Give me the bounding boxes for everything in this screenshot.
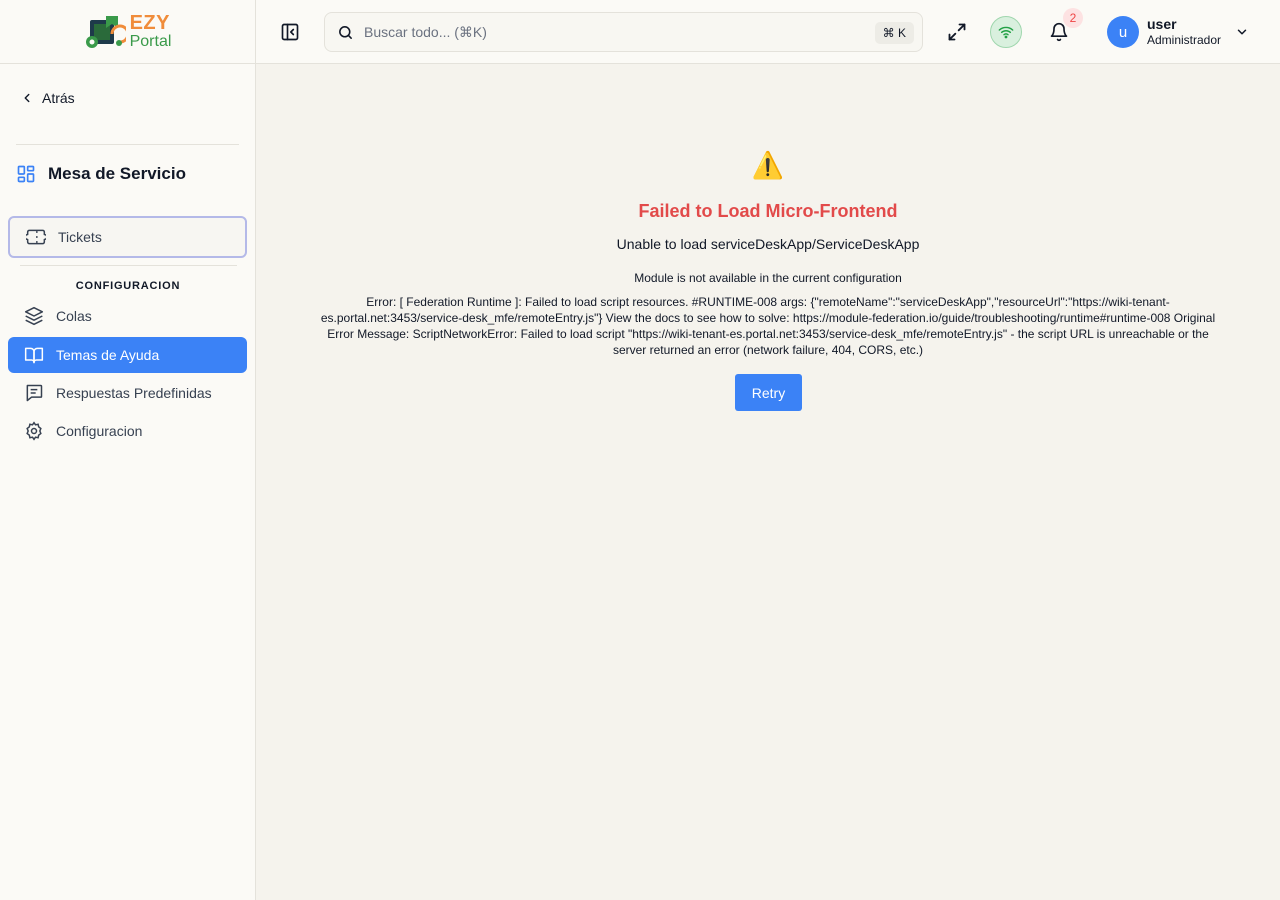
- sidebar-item-label: Tickets: [58, 229, 102, 245]
- sidebar-item-label: Colas: [56, 308, 92, 324]
- main-content: ⚠️ Failed to Load Micro-Frontend Unable …: [256, 64, 1280, 900]
- expand-icon: [948, 23, 966, 41]
- logo-text-ezy: EZY: [129, 12, 170, 34]
- avatar[interactable]: u: [1107, 16, 1139, 48]
- error-title: Failed to Load Micro-Frontend: [638, 201, 898, 221]
- sidebar-item-temas-de-ayuda[interactable]: Temas de Ayuda: [8, 337, 247, 373]
- sidebar-toggle-button[interactable]: [278, 20, 302, 44]
- search-box[interactable]: ⌘ K: [324, 12, 923, 52]
- logo-area: EZY Portal: [0, 0, 255, 64]
- sidebar-item-colas[interactable]: Colas: [8, 298, 247, 334]
- chevron-left-icon: [24, 93, 30, 103]
- panel-collapse-icon: [281, 23, 299, 41]
- user-menu-toggle[interactable]: [1234, 24, 1250, 40]
- grid-icon: [17, 165, 35, 183]
- user-name: user: [1147, 16, 1177, 32]
- sidebar-item-label: Configuracion: [56, 423, 143, 439]
- back-link[interactable]: Atrás: [20, 90, 75, 106]
- sidebar-divider: [16, 144, 239, 145]
- sidebar-item-configuracion[interactable]: Configuracion: [8, 413, 247, 449]
- error-detail: Error: [ Federation Runtime ]: Failed to…: [320, 295, 1216, 357]
- sidebar-item-tickets[interactable]: Tickets: [8, 216, 247, 258]
- chevron-down-icon: [1237, 29, 1247, 35]
- book-icon: [24, 347, 44, 364]
- back-link-label: Atrás: [42, 90, 75, 106]
- retry-button[interactable]: Retry: [735, 374, 802, 411]
- connection-status[interactable]: [990, 16, 1022, 48]
- section-title-label: Mesa de Servicio: [48, 164, 186, 183]
- warning-icon: ⚠️: [751, 150, 785, 180]
- user-role: Administrador: [1147, 32, 1222, 47]
- section-title: Mesa de Servicio: [16, 164, 186, 184]
- fullscreen-button[interactable]: [946, 20, 968, 44]
- ticket-icon: [26, 229, 46, 245]
- gear-icon: [26, 421, 42, 441]
- error-module-message: Module is not available in the current c…: [634, 271, 902, 285]
- logo-mark-icon: [85, 15, 126, 48]
- user-menu[interactable]: user Administrador: [1147, 16, 1221, 47]
- layers-icon: [24, 306, 44, 326]
- top-bar: ⌘ K 2 u user Administrador: [256, 0, 1280, 64]
- logo-text-portal: Portal: [129, 33, 172, 50]
- group-label: CONFIGURACION: [75, 280, 181, 292]
- sidebar: EZY Portal Atrás Mesa de Servicio Ticket…: [0, 0, 256, 900]
- search-icon: [339, 25, 352, 39]
- sidebar-item-label: Respuestas Predefinidas: [56, 385, 212, 401]
- ezy-portal-logo[interactable]: EZY Portal: [84, 12, 172, 52]
- error-subtitle: Unable to load serviceDeskApp/ServiceDes…: [616, 236, 920, 252]
- notification-badge: 2: [1063, 8, 1083, 28]
- sidebar-item-label: Temas de Ayuda: [56, 347, 160, 363]
- sidebar-item-respuestas-predefinidas[interactable]: Respuestas Predefinidas: [8, 375, 247, 411]
- sidebar-divider: [20, 265, 237, 266]
- shortcut-hint: ⌘ K: [874, 22, 914, 44]
- search-input[interactable]: [364, 24, 844, 40]
- message-lines-icon: [26, 384, 43, 402]
- wifi-icon: [998, 26, 1014, 39]
